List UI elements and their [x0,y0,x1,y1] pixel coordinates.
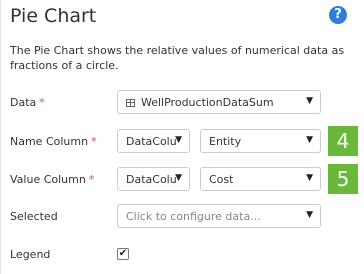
callout-badge-4: 4 [328,126,358,156]
chevron-down-icon: ▼ [306,210,313,220]
chevron-down-icon: ▼ [306,135,313,145]
legend-label: Legend [10,248,51,261]
panel-title: Pie Chart [10,5,97,27]
name-column-select[interactable]: Entity ▼ [200,129,321,153]
legend-checkbox[interactable]: ✔ [117,248,129,260]
name-column-value: Entity [209,135,242,148]
required-marker: * [91,135,97,148]
name-column-type-value: DataColu [126,135,176,148]
data-select-value: WellProductionDataSum [141,96,274,109]
value-column-value: Cost [209,173,234,186]
chevron-down-icon: ▼ [175,135,182,145]
chevron-down-icon: ▼ [306,173,313,183]
required-marker: * [39,96,45,109]
data-label: Data * [10,96,45,109]
selected-configure-select[interactable]: Click to configure data... ▼ [117,204,321,228]
panel-description: The Pie Chart shows the relative values … [10,44,345,72]
name-column-label: Name Column * [10,135,97,148]
value-column-label: Value Column * [10,173,94,186]
chevron-down-icon: ▼ [175,173,182,183]
value-column-label-text: Value Column [10,173,86,186]
name-column-type-select[interactable]: DataColu ▼ [117,129,190,153]
selected-placeholder: Click to configure data... [126,210,261,223]
name-column-label-text: Name Column [10,135,89,148]
chevron-down-icon: ▼ [306,96,313,106]
required-marker: * [88,173,95,186]
selected-label: Selected [10,210,58,223]
help-icon[interactable]: ? [329,6,347,24]
value-column-type-select[interactable]: DataColu ▼ [117,167,190,191]
table-icon [126,99,135,107]
callout-badge-5: 5 [328,164,358,194]
data-select[interactable]: WellProductionDataSum ▼ [117,90,321,114]
value-column-type-value: DataColu [126,173,176,186]
pie-chart-settings-panel: Pie Chart ? The Pie Chart shows the rela… [0,0,364,274]
data-label-text: Data [10,96,37,109]
value-column-select[interactable]: Cost ▼ [200,167,321,191]
